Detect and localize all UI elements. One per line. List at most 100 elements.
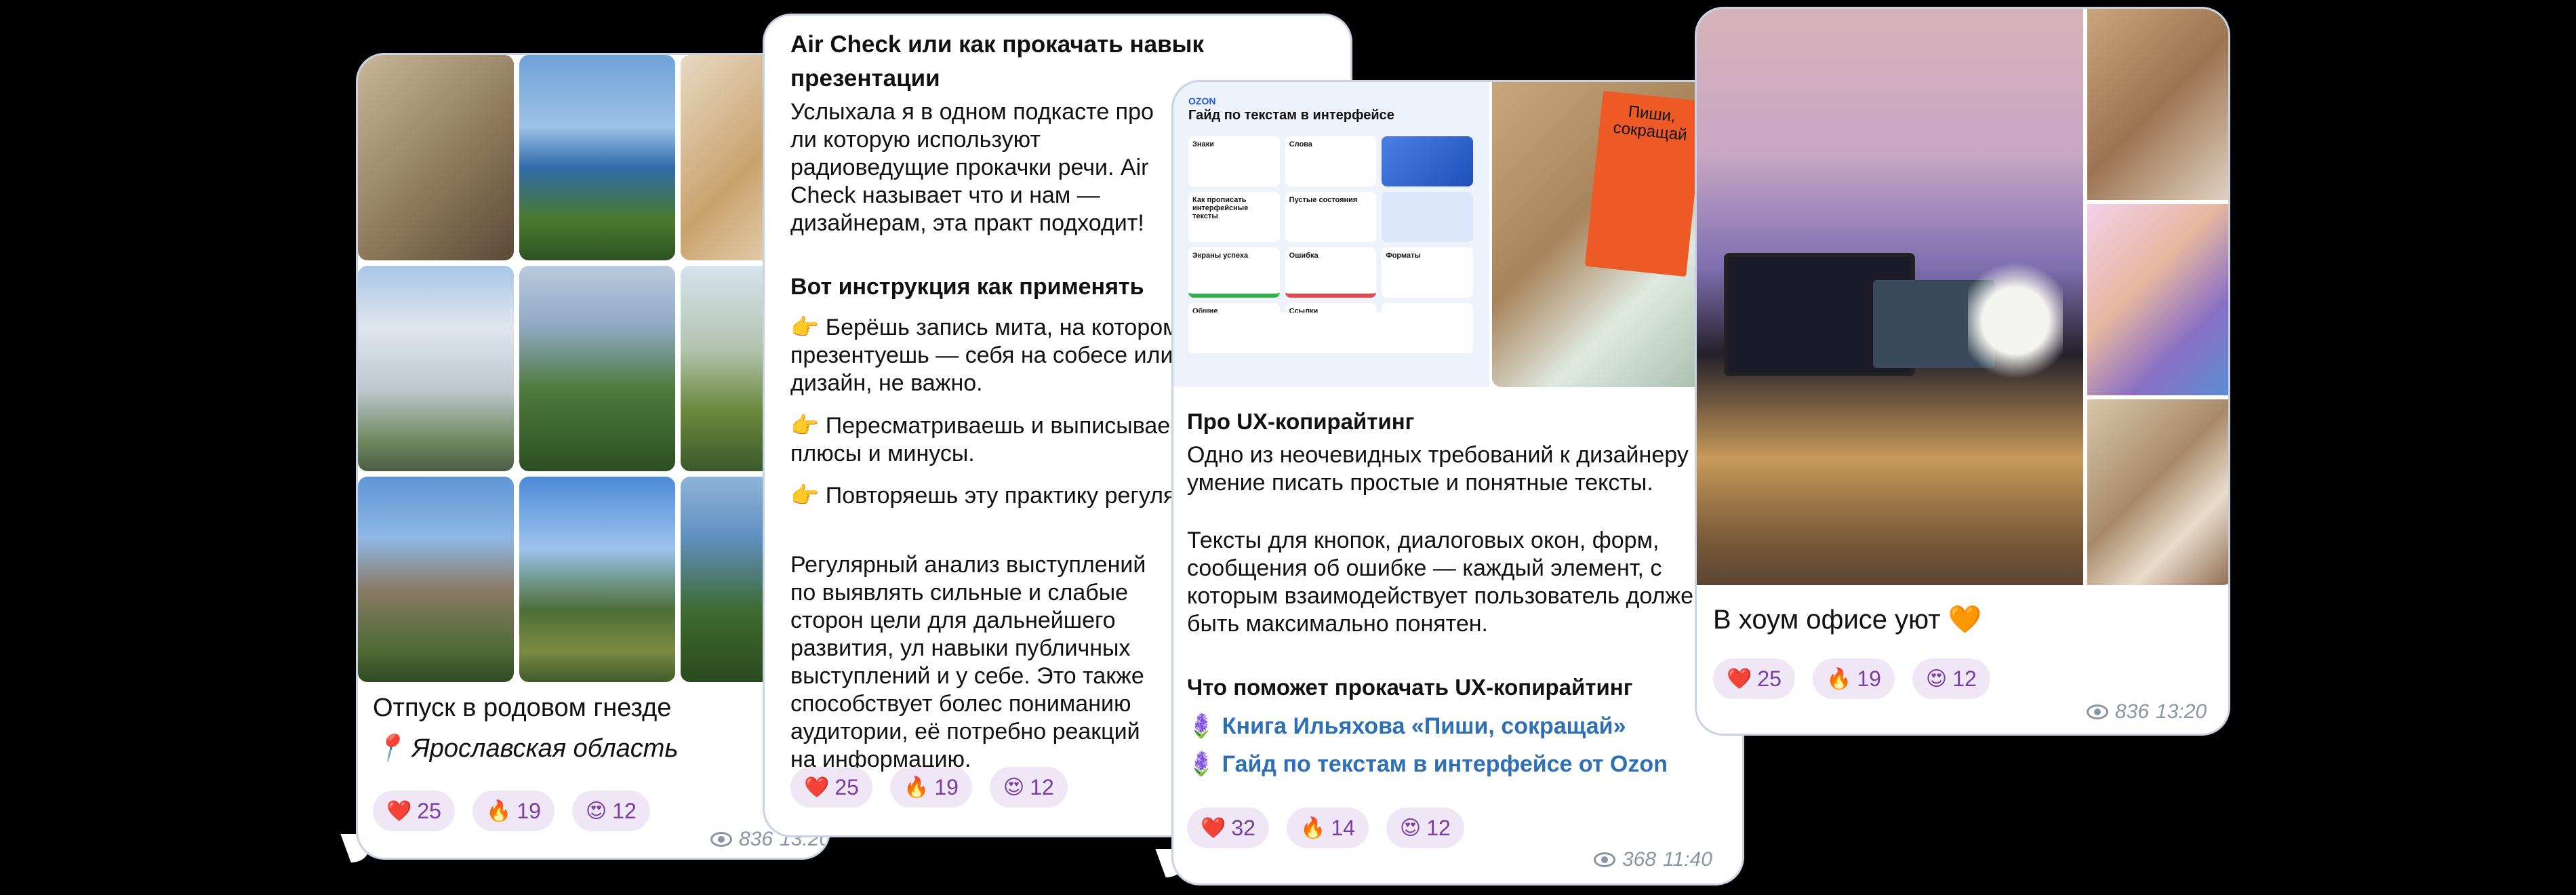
- post-title: Air Check или как прокачать навык презен…: [790, 31, 1205, 92]
- photo-desk-keyboard[interactable]: [2087, 9, 2228, 200]
- photo-grid[interactable]: [358, 55, 828, 682]
- views-count: 836: [2115, 700, 2150, 723]
- pointing-hand-icon: 👉: [790, 315, 820, 340]
- photo-vintage-postcards[interactable]: [358, 55, 514, 260]
- guide-cell: Слова: [1285, 136, 1377, 186]
- post-intro: Услыхала я в одном подкасте про ли котор…: [790, 99, 1154, 236]
- reaction-count: 12: [612, 798, 637, 823]
- heart-icon: ❤️: [386, 799, 412, 822]
- post-paragraph-2: Тексты для кнопок, диалоговых окон, форм…: [1187, 528, 1706, 637]
- reaction-heart-eyes[interactable]: 😍 12: [989, 767, 1068, 808]
- book-cover: Пиши, сокращай: [1584, 90, 1705, 277]
- reaction-count: 12: [1952, 666, 1977, 691]
- reaction-fire[interactable]: 🔥 14: [1286, 808, 1369, 848]
- guide-title: Гайд по текстам в интерфейсе: [1188, 108, 1394, 123]
- reaction-count: 32: [1231, 815, 1255, 840]
- post-paragraph-1: Одно из неочевидных требований к дизайне…: [1187, 442, 1718, 496]
- guide-doc-image: [1382, 192, 1473, 242]
- guide-cell: Форматы: [1382, 247, 1473, 298]
- heart-icon: ❤️: [804, 776, 830, 799]
- photo-home-office[interactable]: [1697, 9, 2083, 585]
- heart-icon: ❤️: [1201, 816, 1226, 839]
- post-vacation[interactable]: Отпуск в родовом гнезде 📍 Ярославская об…: [356, 53, 830, 860]
- post-meta: 836 13:20: [2087, 700, 2207, 723]
- post-ux[interactable]: OZON Гайд по текстам в интерфейсе Знаки …: [1171, 80, 1744, 886]
- hyacinth-icon: 🪻: [1187, 713, 1216, 739]
- location-text: Ярославская область: [411, 734, 679, 763]
- reaction-heart-eyes[interactable]: 😍 12: [1912, 658, 1990, 699]
- heart-eyes-icon: 😍: [585, 799, 607, 822]
- step-1: 👉 Берёшь запись мита, на котором презент…: [790, 314, 1184, 397]
- reaction-count: 25: [417, 798, 441, 823]
- fire-icon: 🔥: [485, 799, 512, 822]
- pointing-hand-icon: 👉: [790, 413, 820, 439]
- guide-cell: Как прописать интерфейсные тексты: [1188, 192, 1280, 242]
- photo-hand-rainbow[interactable]: [2087, 204, 2228, 395]
- reaction-count: 25: [1757, 666, 1782, 691]
- views-icon: [2087, 704, 2108, 719]
- reaction-count: 19: [517, 798, 541, 823]
- link-row-2[interactable]: 🪻 Гайд по текстам в интерфейсе от Ozon: [1187, 751, 1729, 778]
- views-count: 836: [739, 828, 773, 850]
- reaction-heart[interactable]: ❤️ 25: [790, 767, 872, 808]
- reaction-fire[interactable]: 🔥 19: [472, 791, 555, 831]
- reaction-count: 14: [1331, 815, 1355, 840]
- guide-cell: Знаки: [1188, 136, 1280, 186]
- post-time: 13:20: [2156, 700, 2207, 723]
- guide-footer: [1188, 313, 1473, 353]
- reaction-heart[interactable]: ❤️ 25: [373, 791, 455, 831]
- reaction-heart-eyes[interactable]: 😍 12: [571, 791, 650, 831]
- reactions-row: ❤️ 25 🔥 19 😍 12: [373, 791, 650, 831]
- photo-cat[interactable]: [2087, 399, 2228, 585]
- reaction-count: 19: [934, 774, 959, 799]
- reaction-fire[interactable]: 🔥 19: [889, 767, 972, 808]
- reaction-heart[interactable]: ❤️ 32: [1187, 808, 1269, 848]
- link-row-1[interactable]: 🪻 Книга Ильяхова «Пиши, сокращай»: [1187, 713, 1729, 740]
- howto-title: Вот инструкция как применять: [790, 274, 1144, 300]
- post-meta: 368 11:40: [1594, 848, 1712, 871]
- heart-eyes-icon: 😍: [1003, 776, 1025, 799]
- post-office[interactable]: В хоум офисе уют 🧡 ❤️ 25 🔥 19 😍 12 836 13:2…: [1695, 7, 2230, 736]
- reaction-count: 25: [834, 774, 859, 799]
- help-title: Что поможет прокачать UX-копирайтинг: [1187, 675, 1633, 700]
- reaction-count: 19: [1857, 666, 1881, 691]
- reaction-heart[interactable]: ❤️ 25: [1713, 658, 1795, 699]
- guide-cell: Пустые состояния: [1285, 192, 1377, 242]
- photo-blue-house[interactable]: [519, 55, 675, 260]
- heart-eyes-icon: 😍: [1399, 816, 1422, 839]
- photo-old-building[interactable]: [358, 266, 514, 471]
- pointing-hand-icon: 👉: [790, 483, 820, 509]
- book-title: Пиши, сокращай: [1612, 102, 1688, 145]
- flowers-shape: [1968, 253, 2063, 389]
- reactions-row: ❤️ 32 🔥 14 😍 12: [1187, 808, 1464, 848]
- post-caption: В хоум офисе уют 🧡: [1713, 605, 1982, 635]
- post-title: Про UX-копирайтинг: [1187, 409, 1415, 434]
- photo-ozon-guide[interactable]: OZON Гайд по текстам в интерфейсе Знаки …: [1173, 82, 1489, 387]
- fire-icon: 🔥: [1300, 816, 1326, 839]
- hyacinth-icon: 🪻: [1187, 751, 1216, 777]
- photo-garden-house[interactable]: [519, 477, 675, 682]
- fire-icon: 🔥: [903, 776, 929, 799]
- guide-link[interactable]: Гайд по текстам в интерфейсе от Ozon: [1222, 751, 1668, 777]
- pin-icon: 📍: [373, 734, 405, 763]
- views-count: 368: [1622, 848, 1657, 871]
- reaction-fire[interactable]: 🔥 19: [1812, 658, 1895, 699]
- reaction-heart-eyes[interactable]: 😍 12: [1386, 808, 1464, 848]
- views-icon: [1594, 852, 1615, 867]
- post-time: 11:40: [1663, 848, 1712, 871]
- reaction-count: 12: [1426, 815, 1451, 840]
- reactions-row: ❤️ 25 🔥 19 😍 12: [790, 767, 1068, 808]
- photo-river-town[interactable]: [519, 266, 675, 471]
- guide-cell: Ошибка: [1285, 247, 1377, 298]
- photo-wooden-church[interactable]: [358, 477, 514, 682]
- book-link[interactable]: Книга Ильяхова «Пиши, сокращай»: [1222, 713, 1626, 739]
- ozon-logo: OZON: [1188, 96, 1216, 106]
- step-3: 👉 Повторяешь эту практику регуля: [790, 482, 1184, 510]
- step-text: Повторяешь эту практику регуля: [825, 483, 1176, 509]
- fire-icon: 🔥: [1826, 667, 1852, 690]
- post-caption: Отпуск в родовом гнезде: [373, 694, 672, 722]
- step-text: Пересматриваешь и выписывае плюсы и мину…: [790, 413, 1171, 466]
- post-outro: Регулярный анализ выступлений по выявлят…: [790, 552, 1146, 772]
- location-line: 📍 Ярославская область: [373, 733, 820, 764]
- step-2: 👉 Пересматриваешь и выписывае плюсы и ми…: [790, 412, 1184, 468]
